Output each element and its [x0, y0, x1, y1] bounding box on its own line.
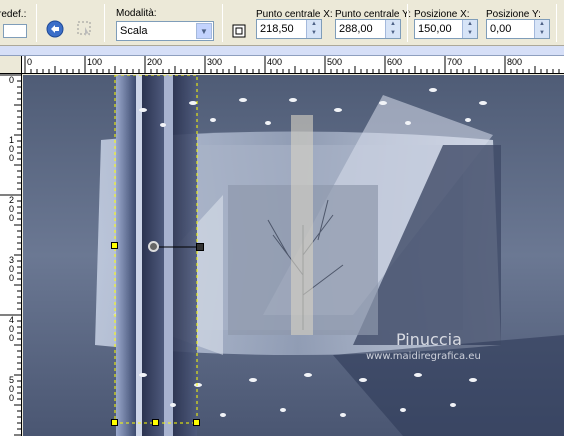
- reset-icon[interactable]: [44, 18, 66, 40]
- mode-select[interactable]: Scala ▼: [116, 21, 214, 41]
- watermark-url: www.maidiregrafica.eu: [366, 351, 481, 362]
- artwork: [23, 75, 564, 436]
- up-arrow-icon[interactable]: ▲: [535, 20, 549, 29]
- preset-dropdown[interactable]: [3, 24, 27, 38]
- up-arrow-icon[interactable]: ▲: [463, 20, 477, 29]
- vertical-ruler: 0 100 200 300 400 500: [0, 74, 22, 436]
- pos-x-spinner[interactable]: 150,00 ▲ ▼: [414, 19, 478, 39]
- down-arrow-icon[interactable]: ▼: [463, 29, 477, 38]
- pos-x-value: 150,00: [418, 23, 452, 35]
- pos-y-value: 0,00: [490, 23, 512, 35]
- ruler-label: 400: [267, 57, 283, 67]
- ruler-label: 700: [447, 57, 463, 67]
- separator: [104, 4, 105, 42]
- center-x-value: 218,50: [260, 23, 294, 35]
- docking-strip: [0, 46, 564, 56]
- pos-y-spinner[interactable]: 0,00 ▲ ▼: [486, 19, 550, 39]
- ruler-label: 300: [9, 255, 15, 283]
- mode-value: Scala: [120, 25, 148, 37]
- select-tool-icon[interactable]: [74, 18, 96, 40]
- preset-label: redef.:: [0, 9, 27, 20]
- ruler-label: 100: [9, 135, 15, 163]
- chevron-down-icon[interactable]: ▼: [196, 23, 212, 39]
- ruler-label: 600: [387, 57, 403, 67]
- ruler-label: 500: [9, 375, 15, 403]
- horizontal-ruler: 0 100 200 300 400 500 600 700 800: [22, 56, 564, 74]
- ruler-label: 200: [9, 195, 15, 223]
- selection-handle[interactable]: [111, 242, 118, 249]
- spinner-arrows[interactable]: ▲ ▼: [385, 20, 400, 38]
- mode-label: Modalità:: [116, 8, 157, 19]
- watermark-name: Pinuccia: [396, 330, 462, 349]
- image-canvas[interactable]: Pinuccia www.maidiregrafica.eu: [23, 75, 564, 436]
- ruler-label: 200: [147, 57, 163, 67]
- ruler-label: 500: [327, 57, 343, 67]
- up-arrow-icon[interactable]: ▲: [386, 20, 400, 29]
- separator: [556, 4, 557, 42]
- ruler-label: 400: [9, 315, 15, 343]
- ruler-label: 0: [9, 75, 15, 85]
- rotation-handle[interactable]: [196, 243, 204, 251]
- rotation-pivot-handle[interactable]: [148, 241, 159, 252]
- pivot-icon[interactable]: [228, 20, 250, 42]
- selection-handle[interactable]: [152, 419, 159, 426]
- spinner-arrows[interactable]: ▲ ▼: [462, 20, 477, 38]
- ruler-label: 0: [27, 57, 33, 67]
- down-arrow-icon[interactable]: ▼: [386, 29, 400, 38]
- separator: [407, 4, 408, 42]
- center-y-spinner[interactable]: 288,00 ▲ ▼: [335, 19, 401, 39]
- ruler-corner: [0, 56, 22, 74]
- spinner-arrows[interactable]: ▲ ▼: [534, 20, 549, 38]
- separator: [222, 4, 223, 42]
- ruler-label: 100: [87, 57, 103, 67]
- spinner-arrows[interactable]: ▲ ▼: [306, 20, 321, 38]
- ruler-ticks: [24, 56, 560, 74]
- ruler-label: 800: [507, 57, 523, 67]
- selection-handle[interactable]: [193, 419, 200, 426]
- center-y-value: 288,00: [339, 23, 373, 35]
- selection-handle[interactable]: [111, 419, 118, 426]
- up-arrow-icon[interactable]: ▲: [307, 20, 321, 29]
- down-arrow-icon[interactable]: ▼: [307, 29, 321, 38]
- center-x-spinner[interactable]: 218,50 ▲ ▼: [256, 19, 322, 39]
- separator: [36, 4, 37, 42]
- down-arrow-icon[interactable]: ▼: [535, 29, 549, 38]
- ruler-label: 300: [207, 57, 223, 67]
- tool-options-bar: redef.: Modalità: Scala ▼ Punto centrale…: [0, 0, 564, 46]
